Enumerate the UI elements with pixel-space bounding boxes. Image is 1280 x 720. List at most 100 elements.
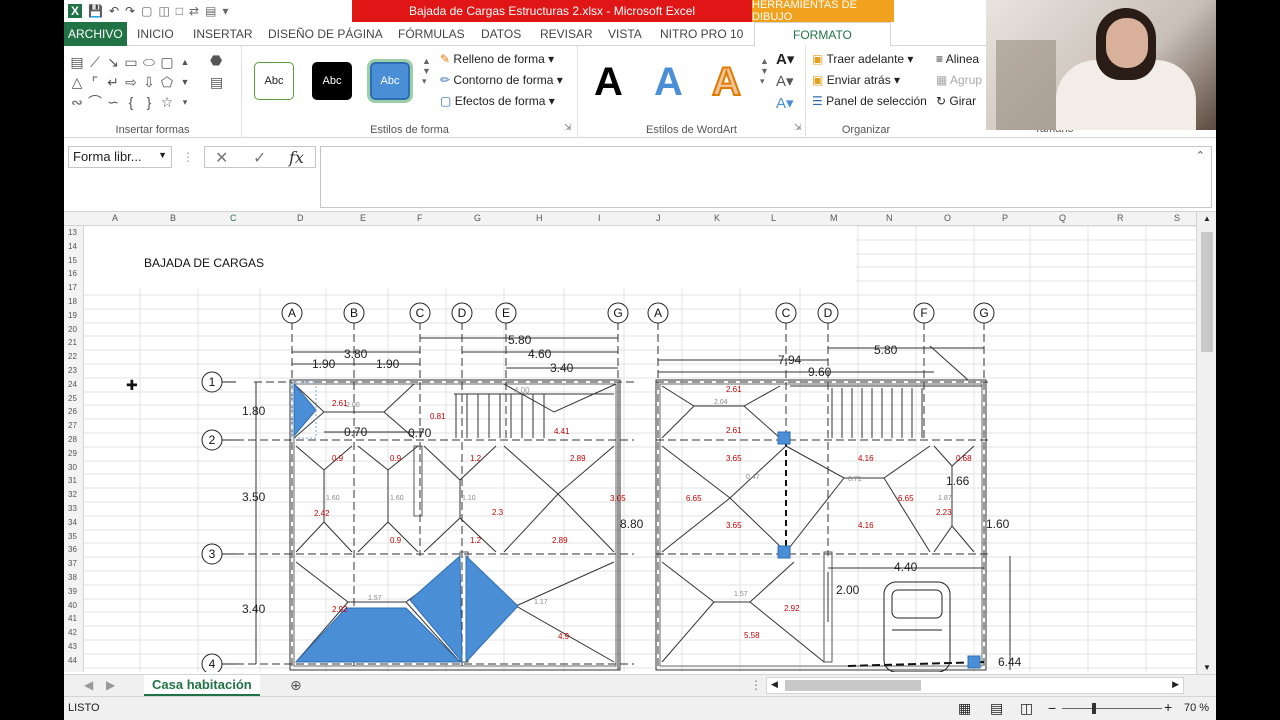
column-header[interactable]: H (536, 213, 543, 223)
row-header[interactable]: 32 (68, 490, 77, 499)
outline-button[interactable]: ✏ Contorno de forma ▾ (440, 73, 563, 87)
hscroll-thumb[interactable] (785, 680, 921, 691)
row-header[interactable]: 38 (68, 573, 77, 582)
row-header[interactable]: 17 (68, 283, 77, 292)
scroll-down-icon[interactable]: ▼ (1203, 663, 1211, 672)
row-header[interactable]: 39 (68, 587, 77, 596)
fx-icon[interactable]: fx (289, 148, 304, 167)
name-box[interactable]: Forma libr... ▼ (68, 146, 172, 168)
customize-qat-icon[interactable]: ▾ (222, 4, 228, 18)
right-brace-shape-icon[interactable]: } (140, 92, 158, 112)
wordart-scroll-icon[interactable]: ▲ ▼ ▾ (760, 56, 769, 87)
normal-view-icon[interactable]: ▦ (958, 700, 971, 717)
column-header[interactable]: F (417, 213, 423, 223)
row-header[interactable]: 16 (68, 269, 77, 278)
tab-formato[interactable]: FORMATO (754, 22, 891, 47)
arrow-line-shape-icon[interactable]: ↘ (104, 52, 122, 72)
row-header[interactable]: 22 (68, 352, 77, 361)
star-shape-icon[interactable]: ☆ (158, 92, 176, 112)
scroll-thumb[interactable] (1201, 232, 1213, 352)
text-outline-icon[interactable]: A▾ (776, 72, 794, 90)
column-header[interactable]: K (714, 213, 720, 223)
column-header[interactable]: R (1117, 213, 1124, 223)
selection-pane-button[interactable]: ☰ Panel de selección (812, 94, 927, 108)
elbow-connector-icon[interactable]: ⌜ (86, 72, 104, 92)
row-header[interactable]: 31 (68, 476, 77, 485)
gallery-scroll-icon[interactable]: ▲ (176, 52, 194, 72)
zoom-slider[interactable] (1062, 708, 1162, 709)
column-header[interactable]: B (170, 213, 176, 223)
tab-vista[interactable]: VISTA (608, 22, 642, 46)
line-shape-icon[interactable]: ⟋ (86, 52, 104, 72)
row-header[interactable]: 28 (68, 435, 77, 444)
page-break-view-icon[interactable]: ◫ (1020, 700, 1033, 717)
row-header[interactable]: 19 (68, 311, 77, 320)
curve-shape-icon[interactable]: ∽ (104, 92, 122, 112)
tab-nitro-pro[interactable]: NITRO PRO 10 (660, 22, 743, 46)
horizontal-scrollbar[interactable]: ◀ ▶ (766, 677, 1184, 694)
row-header[interactable]: 36 (68, 545, 77, 554)
prev-sheet-icon[interactable]: ◀ (84, 678, 93, 692)
redo-icon[interactable]: ↷ (125, 4, 135, 18)
gallery-scroll-down-icon[interactable]: ▼ (176, 72, 194, 92)
column-header[interactable]: M (830, 213, 838, 223)
row-header[interactable]: 18 (68, 297, 77, 306)
row-header[interactable]: 13 (68, 228, 77, 237)
oval-shape-icon[interactable]: ⬭ (140, 52, 158, 72)
pentagon-shape-icon[interactable]: ⬠ (158, 72, 176, 92)
row-header[interactable]: 15 (68, 256, 77, 265)
zoom-level[interactable]: 70 % (1184, 702, 1209, 714)
chevron-down-icon[interactable]: ▼ (158, 150, 167, 160)
styles-scroll-icon[interactable]: ▲ ▼ ▾ (422, 56, 431, 87)
print-preview-icon[interactable]: ◫ (158, 4, 169, 18)
wordart-orange[interactable]: A (711, 59, 742, 105)
rectangle-shape-icon[interactable]: ▭ (122, 52, 140, 72)
row-header[interactable]: 35 (68, 532, 77, 541)
shapes-gallery[interactable]: ▤ ⟋ ↘ ▭ ⬭ ▢ ▲ △ ⌜ ↵ ⇨ ⇩ ⬠ ▼ ∾ ⌒ ∽ { } ☆ (68, 52, 200, 112)
qat-tool-icon[interactable]: ▤ (205, 4, 216, 18)
row-header[interactable]: 33 (68, 504, 77, 513)
column-header[interactable]: A (112, 213, 118, 223)
row-header[interactable]: 37 (68, 559, 77, 568)
row-header[interactable]: 41 (68, 614, 77, 623)
tab-insertar[interactable]: INSERTAR (193, 22, 253, 46)
zoom-in-icon[interactable]: + (1164, 699, 1172, 715)
collapse-formula-icon[interactable]: ⌃ (1196, 149, 1205, 162)
row-header[interactable]: 34 (68, 518, 77, 527)
column-header[interactable]: J (656, 213, 661, 223)
sheet-tab-casa-habitacion[interactable]: Casa habitación (144, 675, 260, 697)
row-header[interactable]: 24 (68, 380, 77, 389)
column-header[interactable]: Q (1059, 213, 1066, 223)
edit-shape-icon[interactable]: ⬣ (210, 52, 222, 69)
row-header[interactable]: 42 (68, 628, 77, 637)
cancel-icon[interactable]: ✕ (215, 148, 228, 168)
formula-input[interactable]: ⌃ (320, 146, 1212, 208)
qat-tool-icon[interactable]: □ (176, 4, 183, 18)
send-backward-button[interactable]: ▣ Enviar atrás ▾ (812, 73, 900, 87)
row-header[interactable]: 25 (68, 394, 77, 403)
row-header[interactable]: 27 (68, 421, 77, 430)
tab-diseno-pagina[interactable]: DISEÑO DE PÁGINA (268, 22, 383, 46)
tab-inicio[interactable]: INICIO (137, 22, 174, 46)
effects-button[interactable]: ▢ Efectos de forma ▾ (440, 94, 555, 108)
triangle-shape-icon[interactable]: △ (68, 72, 86, 92)
down-arrow-shape-icon[interactable]: ⇩ (140, 72, 158, 92)
column-header[interactable]: D (297, 213, 304, 223)
qat-tool-icon[interactable]: ⇄ (189, 4, 199, 18)
wordart-black[interactable]: A (594, 60, 623, 105)
text-fill-icon[interactable]: A▾ (776, 50, 794, 68)
textbox-shape-icon[interactable]: ▤ (68, 52, 86, 72)
undo-icon[interactable]: ↶ (109, 4, 119, 18)
text-effects-icon[interactable]: A▾ (776, 94, 794, 112)
blue-freeform-shapes[interactable] (293, 382, 519, 664)
column-header[interactable]: S (1174, 213, 1180, 223)
group-button[interactable]: ▦ Agrup (936, 73, 982, 87)
gallery-more-icon[interactable]: ▾ (176, 92, 194, 112)
scroll-right-icon[interactable]: ▶ (1172, 679, 1179, 690)
add-sheet-icon[interactable]: ⊕ (290, 677, 302, 694)
row-header[interactable]: 21 (68, 338, 77, 347)
confirm-icon[interactable]: ✓ (253, 148, 266, 168)
zoom-out-icon[interactable]: − (1048, 700, 1056, 716)
zoom-slider-thumb[interactable] (1092, 703, 1096, 714)
row-header[interactable]: 26 (68, 407, 77, 416)
